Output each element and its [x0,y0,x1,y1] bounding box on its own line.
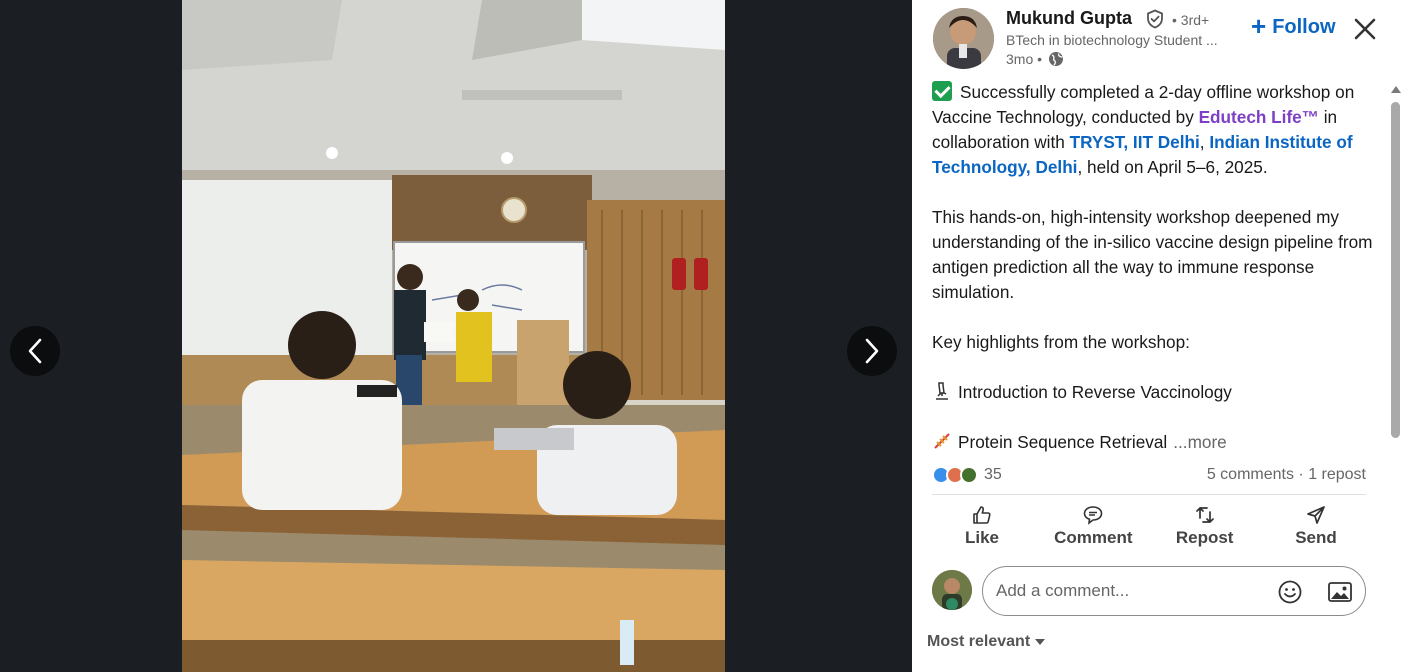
post-time-text: 3mo • [1006,51,1043,67]
chevron-left-icon [28,338,42,364]
support-reaction-icon [960,466,978,484]
see-more-link[interactable]: ...more [1173,432,1226,452]
reaction-icons [932,466,978,484]
repost-button[interactable]: Repost [1155,500,1255,552]
comment-button[interactable]: Comment [1043,500,1143,552]
comment-icon [1084,506,1103,525]
comments-reposts-count[interactable]: 5 comments · 1 repost [1207,466,1366,484]
post-photo [182,0,725,672]
author-headline: BTech in biotechnology Student ... [1006,32,1218,48]
highlight-text: Introduction to Reverse Vaccinology [958,382,1232,402]
previous-photo-button[interactable] [10,326,60,376]
media-viewer [0,0,912,672]
scroll-thumb[interactable] [1391,102,1400,438]
connection-degree: • 3rd+ [1172,12,1210,28]
panel-scrollbar[interactable] [1389,82,1401,442]
post-actions-bar: Like Comment Repost Send [932,500,1366,552]
body-paragraph-2: This hands-on, high-intensity workshop d… [932,207,1373,302]
scroll-up-arrow-icon[interactable] [1391,86,1401,93]
current-user-avatar[interactable] [932,570,972,610]
like-label: Like [964,528,1000,547]
author-avatar[interactable] [933,8,994,69]
globe-icon [1049,52,1064,66]
post-detail-panel: Mukund Gupta • 3rd+ BTech in biotechnolo… [912,0,1411,672]
caret-down-icon [1035,639,1046,645]
reaction-count: 35 [984,466,1002,483]
send-button[interactable]: Send [1266,500,1366,552]
mention-edutech-life[interactable]: Edutech Life™ [1199,107,1319,127]
social-counts: 35 5 comments · 1 repost [932,462,1366,488]
post-body-text: Successfully completed a 2-day offline w… [932,80,1380,463]
like-button[interactable]: Like [932,500,1032,552]
body-text-segment: , held on April 5–6, 2025. [1077,157,1268,177]
highlight-text: Protein Sequence Retrieval [958,432,1168,452]
post-header: Mukund Gupta • 3rd+ BTech in biotechnolo… [912,0,1411,80]
send-label: Send [1295,528,1337,547]
highlight-item-1: Introduction to Reverse Vaccinology [932,380,1380,405]
comment-sort-dropdown[interactable]: Most relevant [927,633,1046,651]
body-text-segment: , [1199,132,1210,152]
divider [932,494,1366,495]
thumbs-up-icon [973,506,991,524]
repost-icon [1195,507,1214,523]
close-icon[interactable] [1352,16,1378,42]
next-photo-button[interactable] [847,326,897,376]
verified-shield-icon [1147,9,1163,29]
reactions-summary[interactable]: 35 [932,466,1002,484]
mention-tryst-iit-delhi[interactable]: TRYST, IIT Delhi [1070,132,1200,152]
follow-button[interactable]: + Follow [1251,12,1336,42]
add-comment-row: Add a comment... [932,566,1366,616]
send-icon [1307,506,1325,524]
repost-label: Repost [1175,528,1234,547]
follow-label: Follow [1272,15,1336,38]
microscope-icon [936,382,948,400]
plus-icon: + [1251,10,1267,41]
post-timestamp: 3mo • [1006,51,1064,67]
check-mark-icon [932,81,952,101]
comment-placeholder: Add a comment... [996,581,1130,600]
comment-input[interactable]: Add a comment... [982,566,1366,616]
image-icon[interactable] [1327,579,1353,605]
comment-label: Comment [1054,528,1133,547]
sort-label: Most relevant [927,633,1031,650]
chevron-right-icon [865,338,879,364]
highlight-item-2: Protein Sequence Retrieval ...more [932,430,1380,455]
author-name[interactable]: Mukund Gupta [1006,8,1132,29]
dna-icon [934,433,950,449]
body-paragraph-1: Successfully completed a 2-day offline w… [932,80,1380,180]
body-paragraph-3: Key highlights from the workshop: [932,332,1190,352]
emoji-icon[interactable] [1277,579,1303,605]
